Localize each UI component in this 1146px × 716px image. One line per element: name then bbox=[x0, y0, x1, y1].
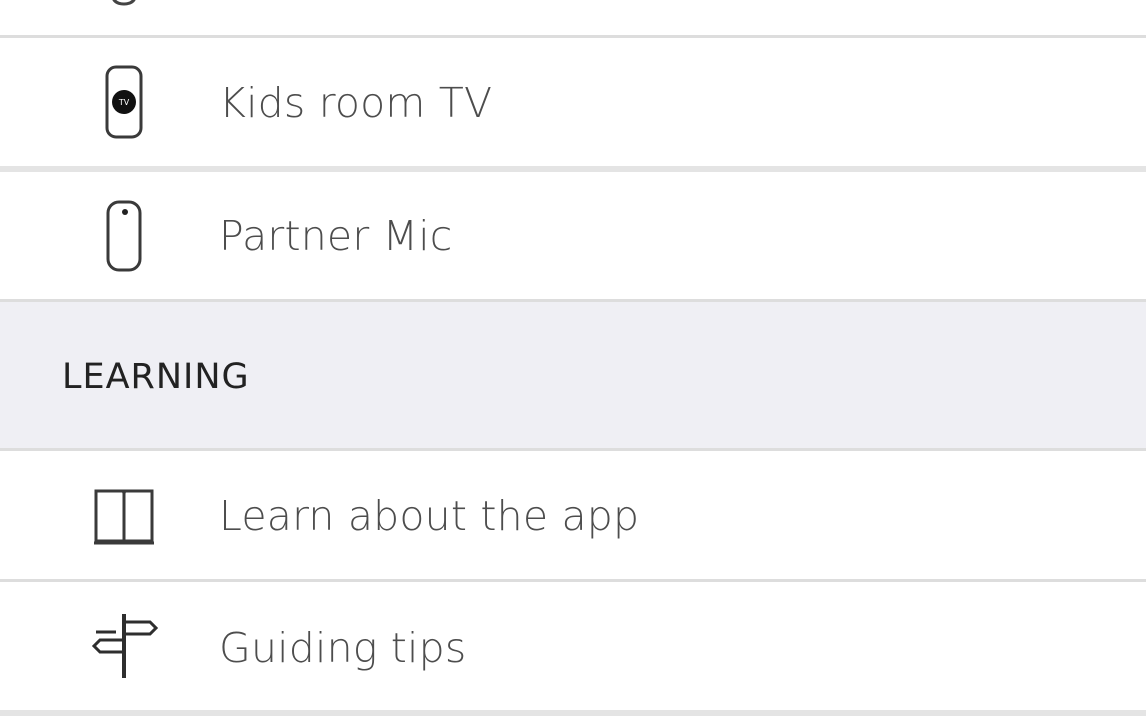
list-item-partner-mic[interactable]: Partner Mic bbox=[0, 172, 1146, 299]
item-label: Partner Mic bbox=[219, 212, 453, 260]
list-item-guiding-tips[interactable]: Guiding tips bbox=[0, 582, 1146, 710]
device-icon bbox=[82, 0, 166, 12]
tv-remote-icon: TV bbox=[82, 64, 166, 140]
item-label: Kids room TV bbox=[219, 79, 493, 127]
section-title: LEARNING bbox=[62, 357, 250, 397]
item-label: Learn about the app bbox=[219, 492, 640, 540]
section-header-learning: LEARNING bbox=[0, 302, 1146, 448]
settings-list: TV Kids room TV Partner Mic LEARNING Lea… bbox=[0, 0, 1146, 716]
list-item-learn-about-app[interactable]: Learn about the app bbox=[0, 451, 1146, 579]
svg-text:TV: TV bbox=[118, 98, 130, 107]
signpost-icon bbox=[82, 610, 166, 682]
list-item-partial[interactable] bbox=[0, 0, 1146, 35]
divider bbox=[0, 710, 1146, 716]
item-label: Guiding tips bbox=[219, 624, 467, 672]
partner-mic-icon bbox=[82, 198, 166, 274]
list-item-kids-room-tv[interactable]: TV Kids room TV bbox=[0, 38, 1146, 166]
open-book-icon bbox=[82, 483, 166, 549]
